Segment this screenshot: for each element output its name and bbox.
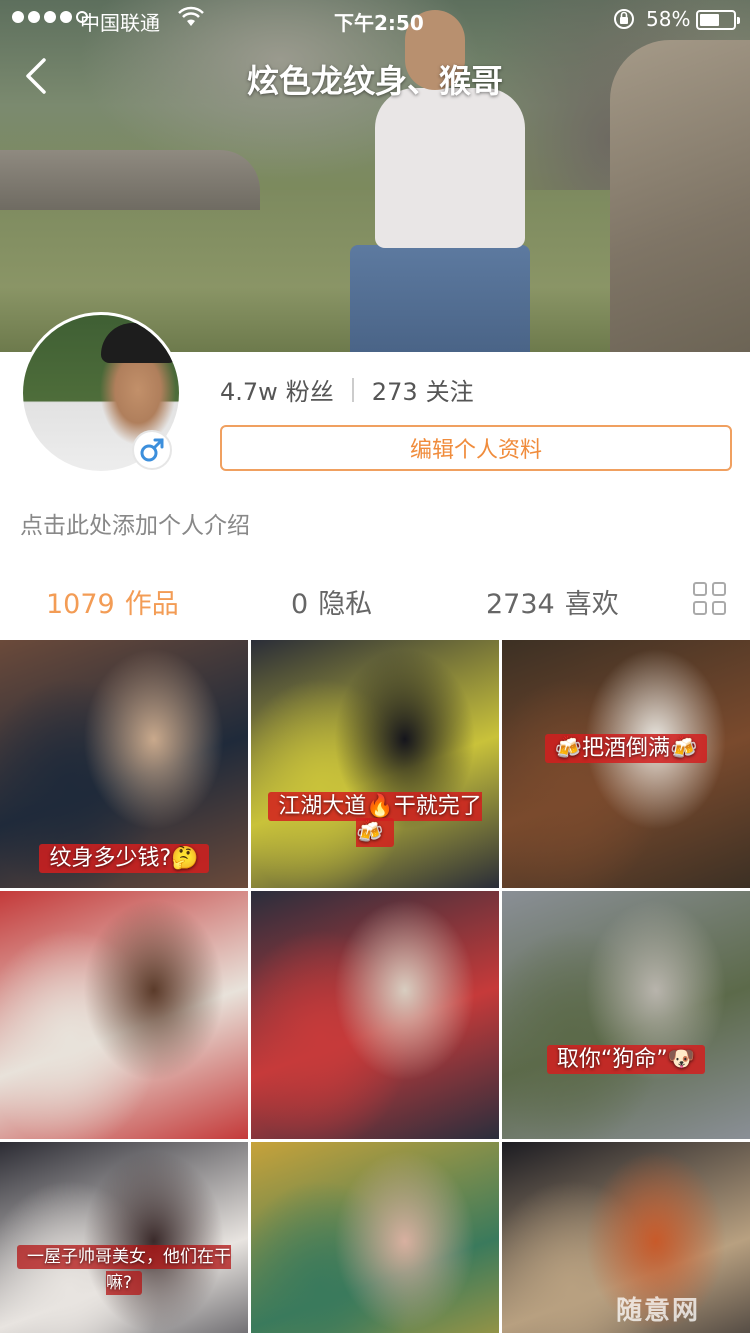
followers-count: 4.7w [220,378,278,406]
battery-percent: 58% [646,7,691,31]
video-caption: 取你“狗命”🐶 [502,1041,750,1074]
grid-icon [693,582,707,596]
followers-label: 粉丝 [285,378,334,406]
tab-works[interactable]: 1079 作品 [46,582,179,621]
tab-works-label: 作品 [124,589,179,620]
rotation-lock-icon [612,7,636,36]
gender-badge [132,430,172,470]
tab-private-count: 0 [291,589,309,620]
status-bar: 中国联通 下午2:50 58% [0,0,750,40]
cover-rock-left [0,150,260,210]
edit-profile-button[interactable]: 编辑个人资料 [220,425,732,471]
video-caption: 一屋子帅哥美女，他们在干嘛? [0,1242,248,1295]
video-thumbnail[interactable]: 纹身多少钱?🤔 [0,640,248,888]
watermark: 随意网 [616,1296,701,1326]
video-caption: 纹身多少钱?🤔 [0,840,248,873]
wifi-icon [178,6,204,33]
video-thumbnail[interactable] [251,1142,499,1333]
grid-view-toggle[interactable] [693,582,727,616]
follow-stats: 4.7w 粉丝 273 关注 [220,372,474,407]
video-caption: 🍻把酒倒满🍻 [502,730,750,763]
page-title: 炫色龙纹身、猴哥 [246,62,503,100]
video-thumbnail[interactable]: 一屋子帅哥美女，他们在干嘛? [0,1142,248,1333]
signal-icon [12,11,88,23]
status-time: 下午2:50 [334,11,424,35]
tab-likes-count: 2734 [486,589,555,620]
video-caption: 江湖大道🔥干就完了🍻 [251,788,499,847]
following-count: 273 [371,378,418,406]
bio-placeholder[interactable]: 点击此处添加个人介绍 [20,506,250,540]
tab-private[interactable]: 0 隐私 [291,582,372,621]
video-thumbnail[interactable] [0,891,248,1139]
tab-likes[interactable]: 2734 喜欢 [486,582,619,621]
profile-tabs: 1079 作品 0 隐私 2734 喜欢 [0,570,750,630]
profile-cover-image [0,0,750,352]
stats-divider [351,377,354,402]
battery-fill [700,14,719,26]
cover-person-shirt [375,88,525,248]
video-thumbnail[interactable]: 🍻把酒倒满🍻 [502,640,750,888]
tab-private-label: 隐私 [318,589,373,620]
tab-likes-label: 喜欢 [564,589,619,620]
carrier-name: 中国联通 [80,11,160,35]
following-label: 关注 [425,378,474,406]
followers-stat[interactable]: 4.7w 粉丝 [220,372,334,407]
video-thumbnail[interactable]: 江湖大道🔥干就完了🍻 [251,640,499,888]
following-stat[interactable]: 273 关注 [372,372,474,407]
tab-works-count: 1079 [46,589,115,620]
male-icon [140,438,164,462]
video-grid: 纹身多少钱?🤔 江湖大道🔥干就完了🍻 🍻把酒倒满🍻 取你“狗命”🐶 一屋子帅哥美… [0,640,750,1333]
battery-icon [696,10,740,30]
video-thumbnail[interactable]: 取你“狗命”🐶 [502,891,750,1139]
video-thumbnail[interactable] [251,891,499,1139]
cover-person-jeans [350,245,530,352]
